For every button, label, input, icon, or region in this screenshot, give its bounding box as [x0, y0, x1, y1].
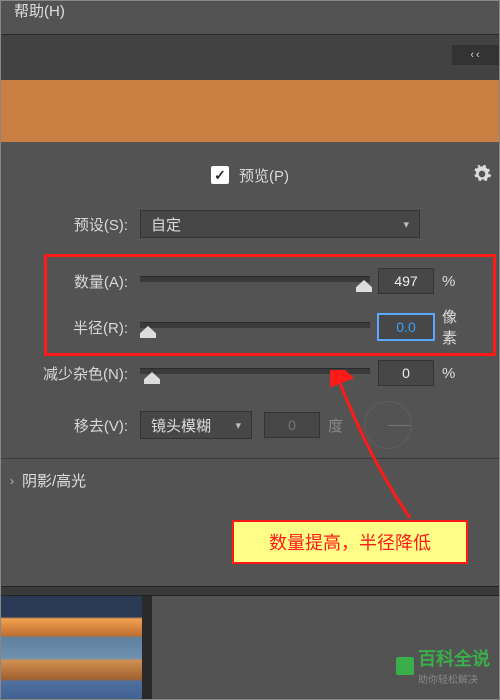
- preset-dropdown[interactable]: 自定 ▾: [140, 210, 420, 238]
- shadows-highlights-section[interactable]: › 阴影/高光: [10, 470, 86, 491]
- collapse-panel-button[interactable]: ‹‹: [452, 45, 500, 65]
- radius-unit: 像素: [434, 306, 470, 348]
- noise-slider[interactable]: [140, 363, 370, 383]
- amount-slider[interactable]: [140, 271, 370, 291]
- watermark-subtitle: 助你轻松解决: [418, 671, 490, 686]
- radius-label: 半径(R):: [0, 317, 140, 338]
- radius-input[interactable]: 0.0: [378, 314, 434, 340]
- amount-unit: %: [434, 273, 470, 290]
- amount-label: 数量(A):: [0, 271, 140, 292]
- chevron-down-icon: ▾: [403, 218, 409, 231]
- menu-help[interactable]: 帮助(H): [8, 0, 71, 23]
- titlebar: ‹‹: [0, 34, 500, 80]
- angle-input: 0: [264, 412, 320, 438]
- watermark-title: 百科全说: [418, 645, 490, 671]
- angle-dial-icon: [364, 401, 412, 449]
- image-thumbnail[interactable]: [0, 596, 142, 700]
- chevron-down-icon: ▾: [235, 419, 241, 432]
- preview-checkbox[interactable]: ✓: [211, 166, 229, 184]
- thumbnail-border: [142, 596, 152, 700]
- remove-dropdown[interactable]: 镜头模糊 ▾: [140, 411, 252, 439]
- remove-value: 镜头模糊: [151, 415, 211, 436]
- noise-input[interactable]: 0: [378, 360, 434, 386]
- preset-label: 预设(S):: [0, 214, 140, 235]
- section-title: 阴影/高光: [22, 470, 86, 491]
- chevron-right-icon: ›: [10, 474, 14, 488]
- watermark: 百科全说 助你轻松解决: [396, 645, 490, 686]
- divider: [0, 458, 500, 459]
- annotation-callout: 数量提高，半径降低: [232, 520, 468, 564]
- dialog-header: [0, 80, 500, 142]
- smart-sharpen-panel: ✓ 预览(P) 预设(S): 自定 ▾ 数量(A): 497 % 半径(R): …: [0, 150, 500, 448]
- noise-unit: %: [434, 365, 470, 382]
- amount-input[interactable]: 497: [378, 268, 434, 294]
- watermark-logo-icon: [396, 657, 414, 675]
- preset-value: 自定: [151, 214, 181, 235]
- gear-icon[interactable]: [472, 164, 492, 184]
- bottom-divider: [0, 586, 500, 596]
- remove-label: 移去(V):: [0, 415, 140, 436]
- preview-label: 预览(P): [239, 165, 289, 186]
- radius-slider[interactable]: [140, 317, 370, 337]
- angle-unit: 度: [320, 415, 356, 436]
- noise-label: 减少杂色(N):: [0, 363, 140, 384]
